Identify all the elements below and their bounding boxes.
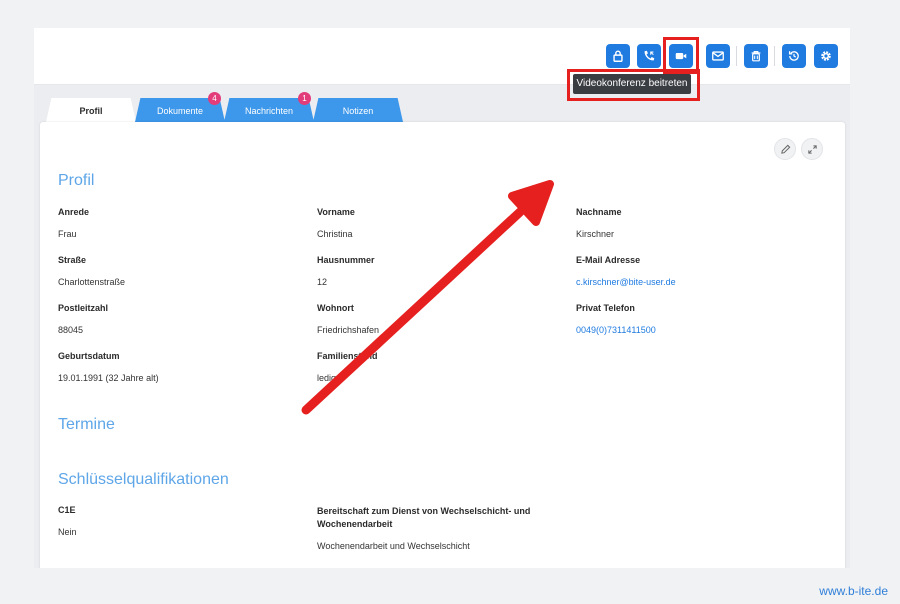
section-title-schluesselqualifikationen: Schlüsselqualifikationen — [58, 471, 229, 488]
field-label-familienstand: Familienstand — [317, 351, 378, 361]
toolbar-separator — [774, 46, 775, 66]
field-value-vorname: Christina — [317, 229, 353, 239]
field-label-nachname: Nachname — [576, 207, 622, 217]
tab-nachrichten[interactable]: Nachrichten 1 — [224, 92, 314, 122]
field-label-hausnummer: Hausnummer — [317, 255, 375, 265]
top-toolbar — [34, 28, 850, 85]
profile-card: Profil Anrede Frau Vorname Christina Nac… — [40, 122, 845, 568]
field-label-email: E-Mail Adresse — [576, 255, 641, 265]
tab-label: Notizen — [342, 106, 374, 116]
field-value-hausnummer: 12 — [317, 277, 328, 287]
tab-label: Profil — [79, 106, 103, 116]
field-value-c1e: Nein — [58, 527, 77, 537]
mail-button[interactable] — [706, 44, 730, 68]
dokumente-count-badge: 4 — [208, 92, 221, 105]
tab-notizen[interactable]: Notizen — [313, 98, 403, 122]
tab-label: Dokumente — [156, 106, 204, 116]
expand-icon — [807, 144, 817, 154]
field-label-wohnort: Wohnort — [317, 303, 354, 313]
toolbar-separator — [698, 46, 699, 66]
field-label-telefon: Privat Telefon — [576, 303, 635, 313]
field-value-familienstand: ledig — [317, 373, 337, 383]
field-label-geburtsdatum: Geburtsdatum — [58, 351, 120, 361]
video-conference-button[interactable] — [669, 44, 693, 68]
phone-icon — [644, 50, 655, 61]
field-label-anrede: Anrede — [58, 207, 90, 217]
field-value-nachname: Kirschner — [576, 229, 615, 239]
field-value-bereitschaft: Wochenendarbeit und Wechselschicht — [317, 541, 470, 551]
field-label-plz: Postleitzahl — [58, 303, 109, 313]
field-label-bereitschaft: Bereitschaft zum Dienst von Wechselschic… — [317, 506, 531, 529]
mail-icon — [712, 51, 724, 61]
trash-icon — [751, 51, 761, 62]
tab-label: Nachrichten — [244, 106, 294, 116]
tab-dokumente[interactable]: Dokumente 4 — [135, 92, 225, 122]
phone-link[interactable]: 0049(0)7311411500 — [576, 325, 656, 335]
toolbar-separator — [736, 46, 737, 66]
edit-button[interactable] — [774, 138, 796, 160]
tab-profil[interactable]: Profil — [46, 98, 136, 122]
field-label-strasse: Straße — [58, 255, 87, 265]
lock-icon — [613, 50, 623, 62]
field-value-plz: 88045 — [58, 325, 84, 335]
nachrichten-count-badge: 1 — [298, 92, 311, 105]
phone-button[interactable] — [637, 44, 661, 68]
expand-button[interactable] — [801, 138, 823, 160]
field-label-c1e: C1E — [58, 505, 76, 515]
video-camera-icon — [675, 52, 687, 60]
section-title-profil: Profil — [58, 172, 95, 189]
field-label-vorname: Vorname — [317, 207, 355, 217]
pencil-icon — [780, 144, 790, 154]
gear-icon — [821, 51, 831, 61]
footer-url[interactable]: www.b-ite.de — [819, 584, 888, 598]
history-icon — [788, 51, 799, 61]
delete-button[interactable] — [744, 44, 768, 68]
email-link[interactable]: c.kirschner@bite-user.de — [576, 277, 676, 287]
lock-button[interactable] — [606, 44, 630, 68]
video-conference-tooltip: Videokonferenz beitreten — [573, 74, 691, 94]
field-value-strasse: Charlottenstraße — [58, 277, 126, 287]
history-button[interactable] — [782, 44, 806, 68]
app-window: Videokonferenz beitreten Profil Dokument… — [34, 28, 850, 568]
field-value-geburtsdatum: 19.01.1991 (32 Jahre alt) — [58, 373, 159, 383]
field-value-wohnort: Friedrichshafen — [317, 325, 380, 335]
section-title-termine: Termine — [58, 416, 115, 433]
settings-button[interactable] — [814, 44, 838, 68]
field-value-anrede: Frau — [58, 229, 77, 239]
